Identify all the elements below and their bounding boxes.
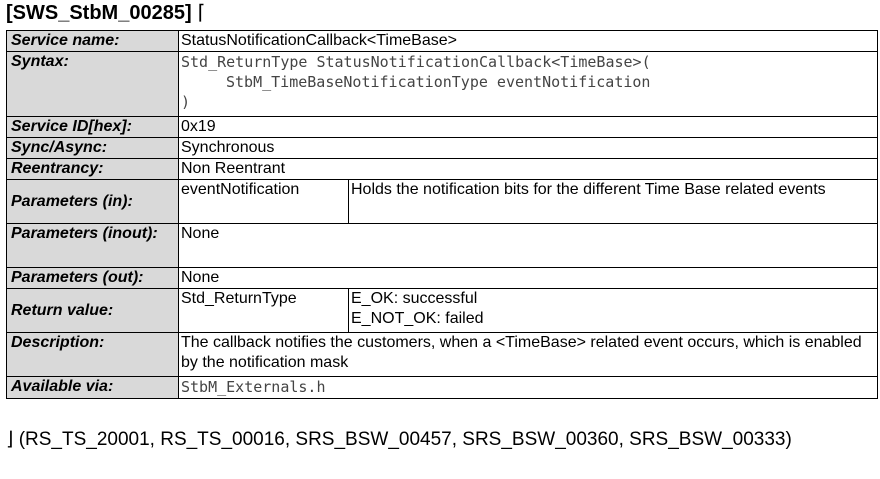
service-spec-table: Service name: StatusNotificationCallback…	[6, 30, 879, 399]
row-service-name: Service name: StatusNotificationCallback…	[6, 30, 879, 52]
available-via-label: Available via:	[6, 376, 179, 399]
requirement-open-mark: ⌈	[197, 2, 206, 24]
requirement-id: [SWS_StbM_00285] ⌈	[6, 2, 205, 24]
parameters-in-label: Parameters (in):	[6, 179, 179, 224]
row-syntax: Syntax: Std_ReturnType StatusNotificatio…	[6, 51, 879, 117]
row-description: Description: The callback notifies the c…	[6, 332, 879, 377]
row-available-via: Available via: StbM_Externals.h	[6, 376, 879, 399]
return-value-list: E_OK: successful E_NOT_OK: failed	[347, 288, 879, 333]
parameters-out-label: Parameters (out):	[6, 267, 179, 289]
row-return-value: Return value: Std_ReturnType E_OK: succe…	[6, 288, 879, 333]
sync-async-label: Sync/Async:	[6, 137, 179, 159]
row-reentrancy: Reentrancy: Non Reentrant	[6, 158, 879, 180]
row-parameters-in: Parameters (in): eventNotification Holds…	[6, 179, 879, 224]
service-id-label: Service ID[hex]:	[6, 116, 179, 138]
traceability-footer: ⌋ (RS_TS_20001, RS_TS_00016, SRS_BSW_004…	[6, 429, 792, 450]
return-value-ok: E_OK: successful	[351, 290, 478, 307]
requirement-id-text: [SWS_StbM_00285]	[6, 2, 192, 24]
syntax-line-1: Std_ReturnType StatusNotificationCallbac…	[181, 53, 651, 71]
sync-async-value: Synchronous	[177, 137, 879, 159]
parameters-inout-label: Parameters (inout):	[6, 223, 179, 268]
syntax-line-2: StbM_TimeBaseNotificationType eventNotif…	[226, 73, 651, 91]
parameters-inout-value: None	[177, 223, 879, 268]
row-parameters-out: Parameters (out): None	[6, 267, 879, 289]
reentrancy-label: Reentrancy:	[6, 158, 179, 180]
row-service-id: Service ID[hex]: 0x19	[6, 116, 879, 138]
return-value-not-ok: E_NOT_OK: failed	[351, 310, 484, 327]
syntax-line-3: )	[181, 93, 191, 111]
available-via-value: StbM_Externals.h	[177, 376, 879, 399]
syntax-value: Std_ReturnType StatusNotificationCallbac…	[177, 51, 879, 117]
service-id-value: 0x19	[177, 116, 879, 138]
row-parameters-inout: Parameters (inout): None	[6, 223, 879, 268]
parameters-in-description: Holds the notification bits for the diff…	[347, 179, 879, 224]
row-sync-async: Sync/Async: Synchronous	[6, 137, 879, 159]
syntax-label: Syntax:	[6, 51, 179, 117]
description-value: The callback notifies the customers, whe…	[177, 332, 879, 377]
parameters-in-name: eventNotification	[178, 179, 349, 224]
service-name-label: Service name:	[6, 30, 179, 52]
return-value-type: Std_ReturnType	[178, 288, 349, 333]
description-label: Description:	[6, 332, 179, 377]
reentrancy-value: Non Reentrant	[177, 158, 879, 180]
return-value-label: Return value:	[6, 288, 179, 333]
service-name-value: StatusNotificationCallback<TimeBase>	[177, 30, 879, 52]
parameters-out-value: None	[177, 267, 879, 289]
